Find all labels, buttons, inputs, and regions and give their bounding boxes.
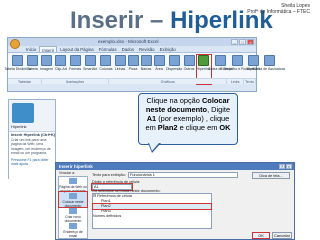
hyperlink-tooltip: Inserir Hiperlink (Ctrl+K) Criar um link…: [9, 131, 55, 179]
tooltip-help: Pressione F1 para obter mais ajuda.: [11, 157, 49, 166]
author-block: Sheila Lopes Profª de Informática – FTEC: [247, 3, 310, 15]
hyperlink-globe-icon: [12, 103, 34, 123]
link-option-new-document[interactable]: Criar novo documento: [59, 207, 87, 223]
text-display-input[interactable]: Funcionários 1: [128, 172, 238, 178]
other-charts-icon: [183, 55, 195, 66]
signature-line-button[interactable]: Linha de Assinatura: [253, 55, 285, 84]
pivot-table-icon: [12, 55, 23, 66]
tab-exibicao[interactable]: Exibição: [158, 46, 178, 52]
clipart-icon: [55, 55, 67, 66]
email-icon: [69, 223, 77, 229]
group-label-texto: Texto: [245, 79, 256, 84]
tab-revisao[interactable]: Revisão: [137, 46, 157, 52]
wordart-icon: [247, 55, 259, 66]
table-icon: [27, 55, 38, 66]
group-label-graficos: Gráficos: [109, 79, 228, 84]
tree-item-defined-names[interactable]: Nomes definidos: [93, 214, 211, 219]
group-label-tabelas: Tabelas: [8, 79, 42, 84]
office-button-icon[interactable]: [10, 39, 20, 49]
link-option-place-in-document[interactable]: Colocar neste documento: [58, 191, 88, 208]
close-icon[interactable]: ×: [247, 39, 254, 45]
line-chart-icon: [114, 55, 126, 66]
new-document-icon: [69, 208, 77, 214]
pie-chart-icon: [127, 55, 139, 66]
callout-text-1: Clique na opção: [146, 96, 202, 105]
document-place-tree: ⊟ Referência de célula Plan1 Plan2 Plan3…: [92, 193, 212, 229]
callout-text-4: A1: [146, 114, 157, 123]
group-label-links: Links: [227, 79, 245, 84]
link-to-label: Vincular a:: [59, 171, 75, 175]
tab-layout[interactable]: Layout da Página: [58, 46, 95, 52]
slide-title-dash: –: [143, 7, 171, 34]
excel-window-title: exemplo.xlsx - Microsoft Excel: [98, 39, 159, 44]
picture-icon: [40, 55, 52, 66]
slide-title: Inserir – Hiperlink: [70, 7, 273, 35]
ok-button[interactable]: OK: [252, 232, 270, 239]
help-icon[interactable]: ?: [279, 164, 285, 169]
author-role: Profª de Informática – FTEC: [247, 9, 310, 15]
cancel-button[interactable]: Cancelar: [272, 232, 292, 239]
tooltip-body: Criar um link para uma página da Web, um…: [11, 138, 51, 156]
hyperlink-globe-icon: [198, 55, 210, 66]
smartart-icon: [84, 55, 96, 66]
tab-inicio[interactable]: Início: [24, 46, 38, 52]
link-option-existing-file[interactable]: Página da Web ou arquivo existente: [59, 177, 87, 193]
tab-formulas[interactable]: Fórmulas: [97, 46, 119, 52]
excel-titlebar: exemplo.xlsx - Microsoft Excel – □ ×: [8, 38, 256, 49]
bar-chart-icon: [140, 55, 152, 66]
insert-hyperlink-dialog: Inserir hiperlink ? × Vincular a: Página…: [55, 162, 295, 240]
area-chart-icon: [153, 55, 165, 66]
callout-text-3: , Digite: [207, 105, 231, 114]
callout-pointer-fill: [149, 143, 159, 151]
instruction-callout: Clique na opção Colocar neste documento,…: [138, 93, 238, 145]
minimize-icon[interactable]: –: [231, 39, 238, 45]
callout-text-6: Plan2: [157, 123, 178, 132]
textbox-icon: [214, 55, 226, 66]
close-icon[interactable]: ×: [286, 164, 292, 169]
dialog-title: Inserir hiperlink: [59, 164, 93, 169]
excel-window: exemplo.xlsx - Microsoft Excel – □ × Iní…: [4, 37, 285, 92]
ribbon: Tabela Dinâmica Tabela Imagem Clip-Art F…: [4, 53, 285, 85]
hyperlink-icon-label: Hiperlink: [11, 124, 27, 129]
scatter-chart-icon: [168, 55, 180, 66]
globe-icon: [69, 178, 77, 184]
text-display-label: Texto para exibição:: [92, 173, 126, 177]
callout-text-7: e clique em: [177, 123, 220, 132]
dialog-titlebar: Inserir hiperlink ? ×: [56, 163, 294, 170]
maximize-icon[interactable]: □: [239, 39, 246, 45]
tab-dados[interactable]: Dados: [120, 46, 136, 52]
ribbon-group-labels: Tabelas Ilustrações Gráficos Links Texto: [8, 78, 256, 84]
link-to-options: Página da Web ou arquivo existente Coloc…: [58, 176, 88, 239]
link-option-email[interactable]: Endereço de email: [59, 222, 87, 238]
shapes-icon: [69, 55, 81, 66]
callout-text-8: OK: [219, 123, 231, 132]
tab-inserir[interactable]: Inserir: [39, 46, 58, 53]
document-icon: [69, 193, 77, 199]
hyperlink-tooltip-panel: Hiperlink Inserir Hiperlink (Ctrl+K) Cri…: [8, 99, 56, 179]
screen-tip-button[interactable]: Dica de tela...: [252, 172, 290, 179]
slide-title-main: Inserir: [70, 7, 144, 34]
column-chart-icon: [100, 55, 112, 66]
group-label-ilustracoes: Ilustrações: [42, 79, 110, 84]
signature-line-icon: [263, 55, 275, 66]
ribbon-tabs: Início Inserir Layout da Página Fórmulas…: [8, 46, 256, 53]
header-footer-icon: [231, 55, 243, 66]
